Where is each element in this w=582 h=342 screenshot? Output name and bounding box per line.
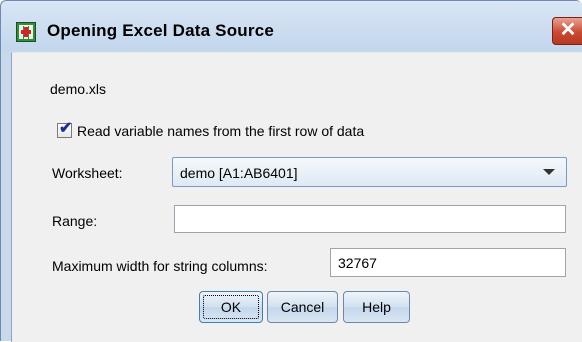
checkmark-icon: ✔ [59, 120, 73, 137]
worksheet-dropdown[interactable]: demo [A1:AB6401] [172, 157, 567, 187]
cancel-button-label: Cancel [280, 299, 325, 315]
red-cross-mark [21, 27, 31, 37]
help-button-label: Help [362, 299, 391, 315]
help-button[interactable]: Help [343, 291, 410, 323]
close-button[interactable]: ✕ [552, 17, 582, 45]
cancel-button[interactable]: Cancel [267, 291, 338, 323]
ok-button[interactable]: OK [199, 291, 263, 323]
read-variable-names-checkbox[interactable]: ✔ [57, 120, 72, 138]
range-label: Range: [52, 213, 98, 229]
spss-data-icon [16, 22, 36, 42]
chevron-down-icon [543, 169, 555, 175]
title-bar[interactable]: Opening Excel Data Source ✕ [1, 1, 582, 51]
max-width-input[interactable] [330, 248, 566, 277]
worksheet-label: Worksheet: [52, 165, 123, 181]
dialog-client-area: demo.xls ✔ Read variable names from the … [11, 52, 582, 342]
dialog-window: Opening Excel Data Source ✕ demo.xls ✔ R… [0, 0, 582, 342]
range-input[interactable] [174, 205, 566, 233]
read-variable-names-label[interactable]: Read variable names from the first row o… [77, 123, 364, 139]
focus-ring [203, 295, 259, 319]
close-icon: ✕ [559, 19, 577, 41]
file-name: demo.xls [50, 81, 107, 97]
worksheet-selected-value: demo [A1:AB6401] [180, 165, 298, 181]
max-width-label: Maximum width for string columns: [52, 258, 268, 274]
dialog-title: Opening Excel Data Source [47, 21, 275, 40]
